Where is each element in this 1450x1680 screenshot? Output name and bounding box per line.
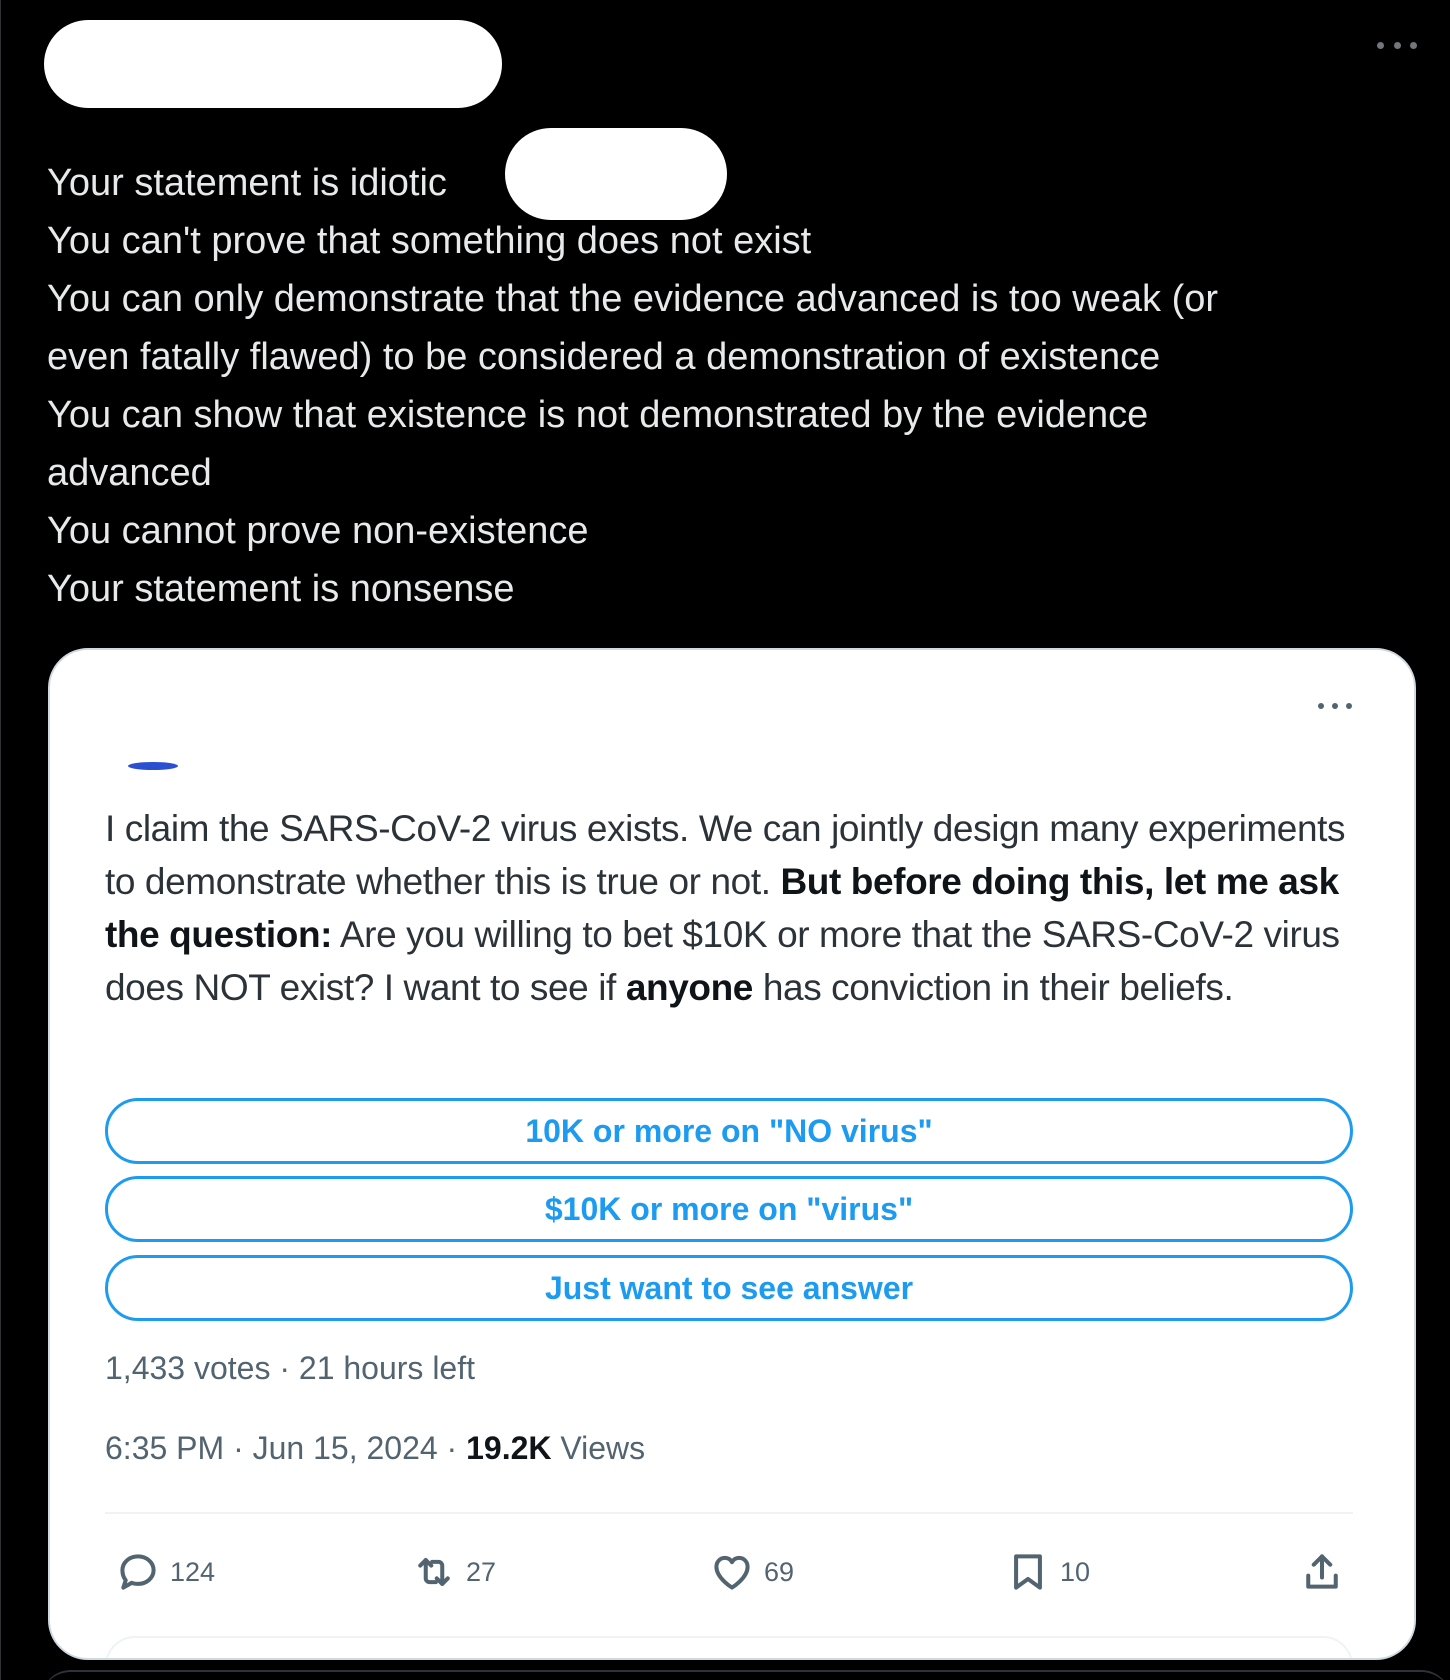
views-count: 19.2K — [466, 1430, 552, 1466]
bookmark-icon — [1014, 1554, 1042, 1590]
reply-line: You cannot prove non-existence — [47, 510, 589, 552]
reply-icon — [120, 1554, 156, 1590]
avatar[interactable] — [128, 762, 178, 770]
share-icon — [1306, 1554, 1338, 1589]
timestamp-date[interactable]: 6:35 PM · Jun 15, 2024 · — [105, 1430, 466, 1466]
reply-post: Your statement is idiotic You can't prov… — [0, 0, 1450, 1680]
reply-line: You can't prove that something does not … — [47, 220, 812, 262]
reply-line: even fatally flawed) to be considered a … — [47, 336, 1161, 378]
quoted-tweet-text: I claim the SARS-CoV-2 virus exists. We … — [105, 802, 1365, 1014]
quoted-author-handle-fragment[interactable] — [214, 746, 374, 764]
poll-option[interactable]: 10K or more on "NO virus" — [105, 1098, 1353, 1164]
tweet-timestamp: 6:35 PM · Jun 15, 2024 · 19.2K Views — [105, 1430, 645, 1467]
more-icon[interactable] — [1377, 36, 1417, 54]
quoted-tweet-card[interactable]: I claim the SARS-CoV-2 virus exists. We … — [48, 648, 1416, 1660]
divider — [105, 1512, 1353, 1514]
redaction-author — [44, 20, 502, 108]
poll-meta: 1,433 votes · 21 hours left — [105, 1350, 475, 1386]
action-bar: 124 27 69 10 — [50, 1530, 1414, 1610]
bookmark-count: 10 — [1060, 1556, 1091, 1587]
share-button[interactable] — [1300, 1550, 1344, 1594]
more-icon[interactable] — [1318, 700, 1352, 712]
repost-icon — [418, 1558, 450, 1586]
redaction-mention — [505, 128, 727, 220]
repost-button[interactable]: 27 — [412, 1550, 496, 1594]
like-icon — [714, 1555, 750, 1590]
tweet-text-bold: anyone — [625, 967, 754, 1008]
like-button[interactable]: 69 — [710, 1550, 794, 1594]
reply-line: Your statement is nonsense — [47, 568, 515, 610]
views-label: Views — [551, 1430, 646, 1466]
reply-composer-edge[interactable] — [105, 1636, 1353, 1658]
reply-body: Your statement is idiotic You can't prov… — [47, 154, 1387, 618]
reply-button[interactable]: 124 — [116, 1550, 215, 1594]
repost-count: 27 — [466, 1556, 497, 1587]
poll-option[interactable]: $10K or more on "virus" — [105, 1176, 1353, 1242]
tweet-text-part: has conviction in their beliefs. — [752, 967, 1234, 1008]
reply-line: You can show that existence is not demon… — [47, 394, 1149, 436]
poll-option[interactable]: Just want to see answer — [105, 1255, 1353, 1321]
reply-line: advanced — [47, 452, 212, 494]
like-count: 69 — [764, 1556, 795, 1587]
reply-line: You can only demonstrate that the eviden… — [47, 278, 1219, 320]
reply-count: 124 — [170, 1556, 216, 1587]
bookmark-button[interactable]: 10 — [1006, 1550, 1090, 1594]
next-post-edge — [41, 1670, 1450, 1680]
